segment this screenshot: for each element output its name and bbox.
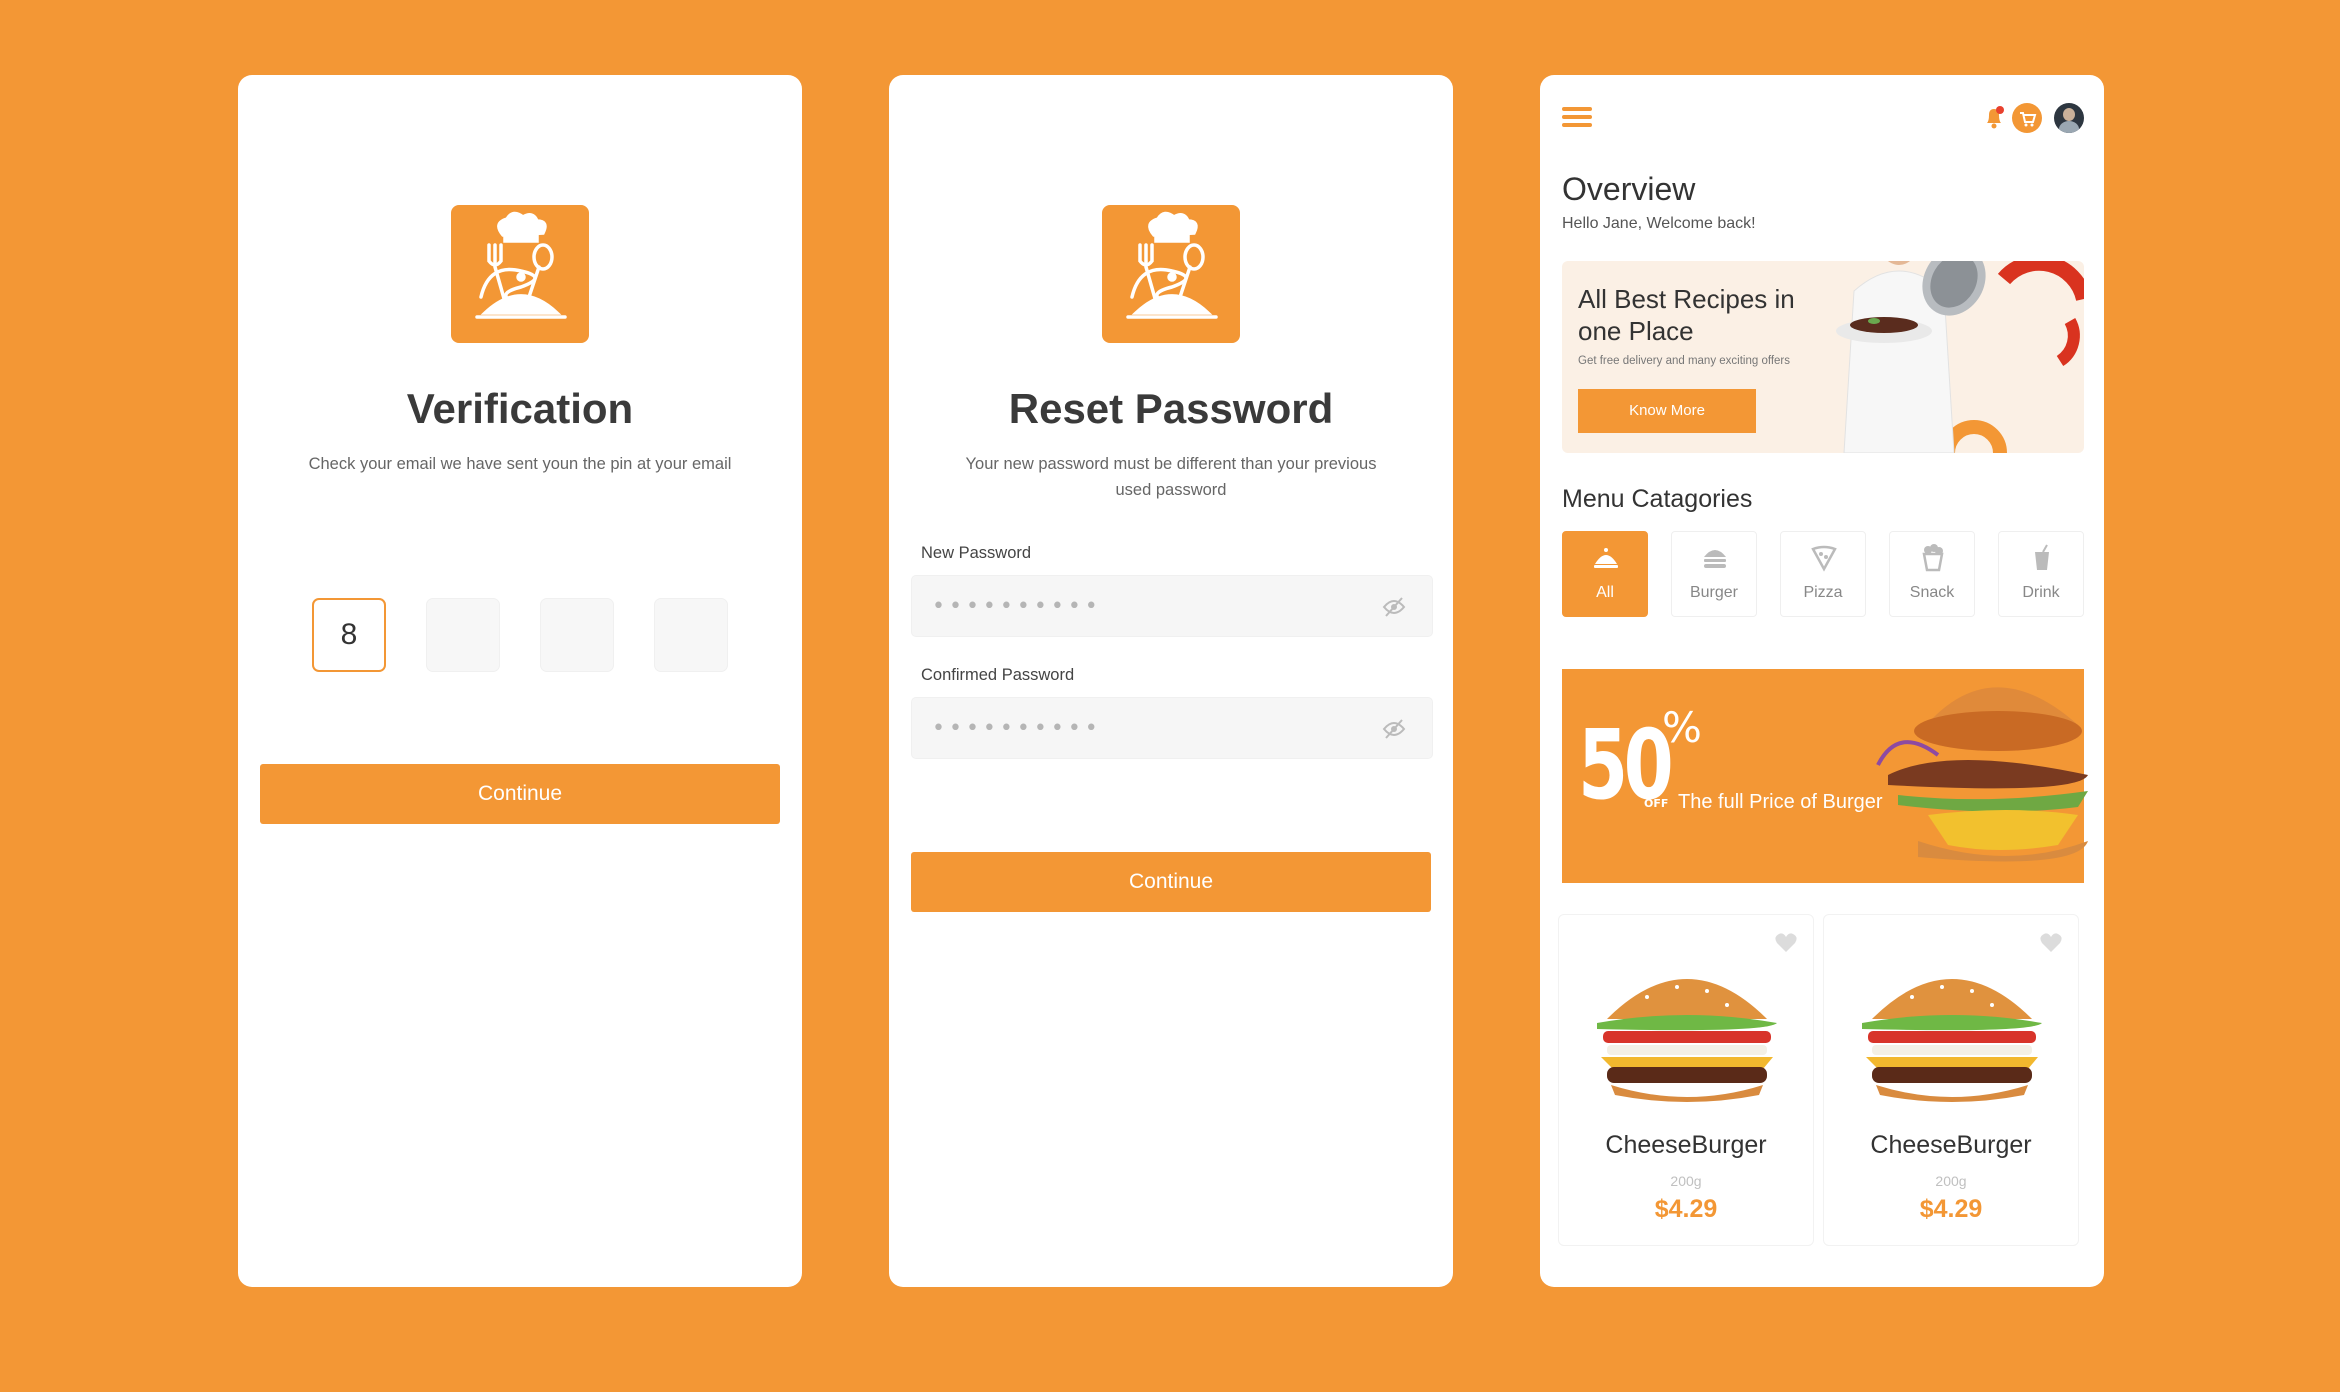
- confirm-password-value: ••••••••••: [932, 716, 1102, 741]
- chef-image: [1836, 261, 2084, 453]
- cloche-icon: [1594, 548, 1618, 568]
- menu-categories-title: Menu Catagories: [1562, 485, 1753, 513]
- hamburger-menu-icon[interactable]: [1562, 105, 1592, 129]
- new-password-value: ••••••••••: [932, 594, 1102, 619]
- category-label: Snack: [1909, 584, 1955, 601]
- product-weight: 200g: [1935, 1173, 1967, 1189]
- otp-digit-4[interactable]: [654, 598, 728, 672]
- category-pizza[interactable]: Pizza: [1780, 531, 1866, 617]
- pizza-icon: [1811, 545, 1837, 572]
- eye-hidden-icon[interactable]: [1382, 596, 1406, 618]
- product-name: CheeseBurger: [1605, 1131, 1767, 1159]
- new-password-label: New Password: [921, 544, 1032, 562]
- otp-digit-3[interactable]: [540, 598, 614, 672]
- category-burger[interactable]: Burger: [1671, 531, 1757, 617]
- page-subtitle: Check your email we have sent youn the p…: [308, 455, 732, 473]
- popcorn-icon: [1922, 544, 1944, 572]
- promo-card: All Best Recipes in one Place Get free d…: [1562, 261, 2084, 453]
- page-title: Reset Password: [1008, 385, 1334, 432]
- promo-title: All Best Recipes in one Place: [1578, 284, 1795, 346]
- otp-digit-2[interactable]: [426, 598, 500, 672]
- promo-subtitle: Get free delivery and many exciting offe…: [1578, 355, 1791, 367]
- cheeseburger-image: [1862, 979, 2042, 1102]
- chef-logo-icon: [451, 205, 589, 343]
- continue-button[interactable]: Continue: [911, 852, 1431, 912]
- discount-banner[interactable]: 50 % OFF The full Price of Burger: [1562, 669, 2088, 883]
- category-label: Pizza: [1803, 584, 1843, 601]
- otp-digit-1[interactable]: 8: [312, 598, 386, 672]
- product-weight: 200g: [1670, 1173, 1702, 1189]
- heart-icon[interactable]: [2040, 933, 2062, 953]
- page-title: Verification: [406, 385, 634, 432]
- discount-off: OFF: [1644, 797, 1669, 810]
- category-label: Burger: [1689, 584, 1739, 601]
- product-price: $4.29: [1919, 1195, 1983, 1223]
- chef-logo-icon: [1102, 205, 1240, 343]
- product-card[interactable]: CheeseBurger 200g $4.29: [1823, 914, 2079, 1246]
- new-password-field[interactable]: ••••••••••: [911, 575, 1433, 637]
- eye-hidden-icon[interactable]: [1382, 718, 1406, 740]
- avatar[interactable]: [2054, 103, 2084, 133]
- discount-percent: %: [1662, 703, 1702, 752]
- cart-icon[interactable]: [2012, 103, 2042, 133]
- burger-icon: [1704, 550, 1726, 568]
- category-all[interactable]: All: [1562, 531, 1648, 617]
- continue-button[interactable]: Continue: [260, 764, 780, 824]
- greeting-text: Hello Jane, Welcome back!: [1562, 215, 1756, 232]
- product-name: CheeseBurger: [1870, 1131, 2032, 1159]
- bell-icon[interactable]: [1983, 105, 2005, 131]
- product-card[interactable]: CheeseBurger 200g $4.29: [1558, 914, 1814, 1246]
- category-snack[interactable]: Snack: [1889, 531, 1975, 617]
- page-title: Overview: [1562, 171, 1696, 207]
- page-subtitle: Your new password must be different than…: [965, 455, 1377, 499]
- burger-image: [1876, 687, 2088, 862]
- category-label: Drink: [2022, 584, 2060, 601]
- verification-screen: Verification Check your email we have se…: [238, 75, 802, 1287]
- dashboard-screen: Overview Hello Jane, Welcome back! All B…: [1540, 75, 2104, 1287]
- confirm-password-field[interactable]: ••••••••••: [911, 697, 1433, 759]
- cheeseburger-image: [1597, 979, 1777, 1102]
- product-price: $4.29: [1654, 1195, 1718, 1223]
- category-label: All: [1596, 584, 1614, 601]
- confirm-password-label: Confirmed Password: [921, 666, 1075, 684]
- drink-icon: [2035, 544, 2049, 570]
- heart-icon[interactable]: [1775, 933, 1797, 953]
- reset-password-screen: Reset Password Your new password must be…: [889, 75, 1453, 1287]
- know-more-button[interactable]: Know More: [1578, 389, 1756, 433]
- category-drink[interactable]: Drink: [1998, 531, 2084, 617]
